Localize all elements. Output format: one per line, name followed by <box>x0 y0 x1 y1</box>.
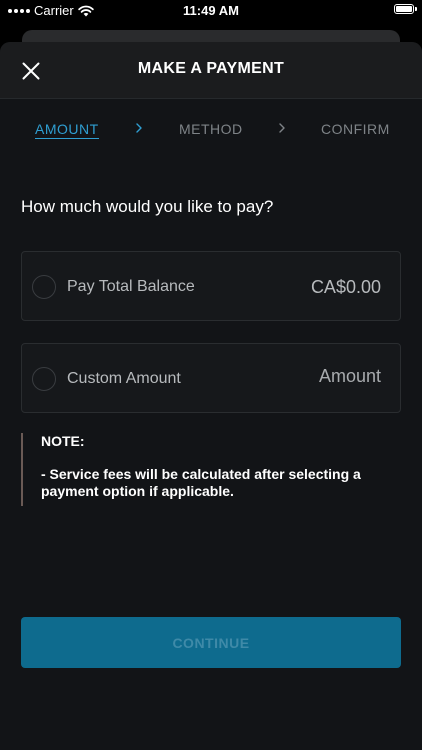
step-confirm[interactable]: CONFIRM <box>321 121 390 137</box>
chevron-right-icon <box>136 123 142 133</box>
step-amount[interactable]: AMOUNT <box>35 121 99 139</box>
chevron-right-icon <box>279 123 285 133</box>
page-title: MAKE A PAYMENT <box>137 60 285 77</box>
option-label: Pay Total Balance <box>67 278 195 295</box>
battery-icon <box>394 4 417 14</box>
service-fee-note: NOTE: - Service fees will be calculated … <box>21 433 381 506</box>
pay-total-balance-option[interactable]: Pay Total Balance CA$0.00 <box>21 251 401 321</box>
radio-button[interactable] <box>32 367 56 391</box>
note-body: - Service fees will be calculated after … <box>41 466 361 499</box>
status-bar: Carrier 11:49 AM <box>0 0 422 22</box>
payment-screen: Carrier 11:49 AM MAKE A PAYMENT AMOUNT M… <box>0 0 422 750</box>
nav-header: MAKE A PAYMENT <box>0 42 422 99</box>
radio-button[interactable] <box>32 275 56 299</box>
payment-stepper: AMOUNT METHOD CONFIRM <box>0 99 422 161</box>
custom-amount-input[interactable] <box>261 366 381 387</box>
total-balance-value: CA$0.00 <box>310 277 381 297</box>
payment-sheet: MAKE A PAYMENT AMOUNT METHOD CONFIRM How… <box>0 42 422 750</box>
step-method[interactable]: METHOD <box>179 121 243 137</box>
option-label: Custom Amount <box>67 370 181 387</box>
note-title: NOTE: <box>41 433 85 449</box>
custom-amount-option[interactable]: Custom Amount <box>21 343 401 413</box>
status-time: 11:49 AM <box>183 3 239 18</box>
amount-question: How much would you like to pay? <box>21 197 274 216</box>
continue-button[interactable]: CONTINUE <box>21 617 401 668</box>
